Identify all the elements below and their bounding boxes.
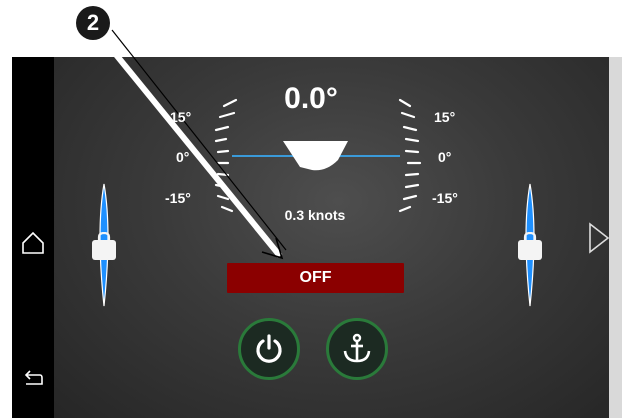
back-icon <box>24 370 43 385</box>
home-icon <box>22 231 44 254</box>
callout-badge: 2 <box>76 6 110 40</box>
left-label-middle: 0° <box>176 149 190 165</box>
back-button[interactable] <box>18 363 48 393</box>
callout-number: 2 <box>86 10 100 35</box>
speed-readout: 0.3 knots <box>284 207 346 223</box>
right-label-top: 15° <box>434 109 456 125</box>
left-label-bottom: -15° <box>165 190 191 206</box>
right-lock-handle[interactable] <box>518 232 542 260</box>
trim-angle-readout: 0.0° <box>284 82 338 115</box>
lock-icon <box>97 232 111 241</box>
lock-icon <box>523 232 537 241</box>
left-lock-handle[interactable] <box>92 232 116 260</box>
status-label: OFF <box>299 269 332 286</box>
next-page-button[interactable] <box>584 220 614 256</box>
power-button[interactable] <box>238 318 300 380</box>
anchor-button[interactable] <box>326 318 388 380</box>
left-label-top: 15° <box>170 109 192 125</box>
anchor-icon <box>343 333 371 363</box>
right-label-bottom: -15° <box>432 190 458 206</box>
status-bar: OFF <box>227 263 404 293</box>
home-button[interactable] <box>18 228 48 258</box>
play-triangle-icon <box>589 222 610 254</box>
right-label-middle: 0° <box>438 149 452 165</box>
power-icon <box>256 334 282 363</box>
